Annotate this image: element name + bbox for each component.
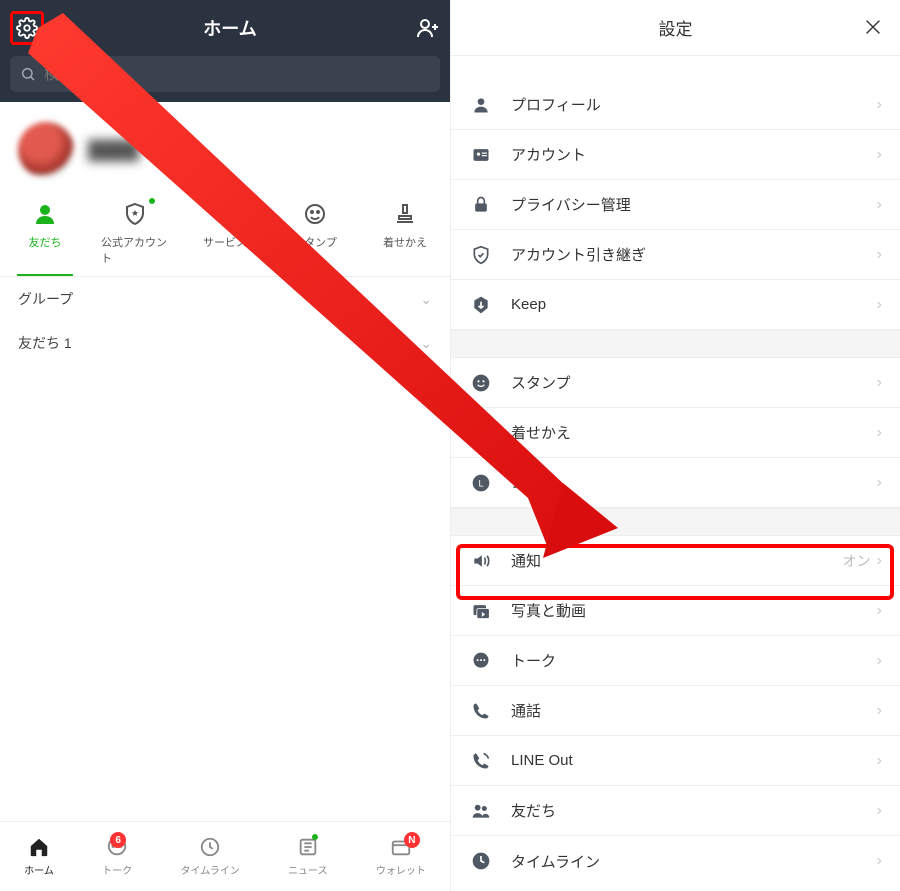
speaker-icon <box>469 549 493 573</box>
svg-text:L: L <box>478 478 483 488</box>
nav-home[interactable]: ホーム <box>24 836 54 877</box>
nav-wallet[interactable]: N ウォレット <box>376 836 426 877</box>
section-groups[interactable]: グループ ⌄ <box>0 277 450 321</box>
search-icon <box>20 66 36 82</box>
brush-icon <box>393 202 417 226</box>
search-row <box>0 56 450 102</box>
row-account[interactable]: アカウント› <box>451 130 900 180</box>
clock-icon <box>199 836 221 858</box>
row-keep[interactable]: Keep› <box>451 280 900 330</box>
keep-icon <box>469 293 493 317</box>
notification-value: オン <box>843 551 871 571</box>
row-lineout[interactable]: LINE Out› <box>451 736 900 786</box>
row-notification[interactable]: 通知オン› <box>451 536 900 586</box>
tab-friends[interactable]: 友だち <box>5 196 85 276</box>
smile-icon <box>469 371 493 395</box>
settings-gear-highlight <box>10 11 44 45</box>
row-privacy[interactable]: プライバシー管理› <box>451 180 900 230</box>
chevron-right-icon: › <box>877 296 882 314</box>
row-profile[interactable]: プロフィール› <box>451 80 900 130</box>
shield-icon <box>469 243 493 267</box>
chevron-right-icon: › <box>877 374 882 392</box>
shield-star-icon <box>123 202 147 226</box>
row-media[interactable]: 写真と動画› <box>451 586 900 636</box>
settings-title: 設定 <box>659 15 693 40</box>
home-tabs: 友だち 公式アカウント S サービス スタンプ 着せかえ <box>0 188 450 276</box>
service-icon: S <box>213 202 237 226</box>
section-friends[interactable]: 友だち 1 ⌄ <box>0 321 450 365</box>
brush-icon <box>469 421 493 445</box>
gear-icon[interactable] <box>15 16 39 40</box>
settings-header: 設定 <box>451 0 900 56</box>
badge-wallet: N <box>404 832 420 848</box>
home-icon <box>28 836 50 858</box>
row-talk[interactable]: トーク› <box>451 636 900 686</box>
close-icon[interactable] <box>860 14 886 40</box>
row-takeover[interactable]: アカウント引き継ぎ› <box>451 230 900 280</box>
nav-timeline[interactable]: タイムライン <box>180 836 239 877</box>
chevron-right-icon: › <box>877 702 882 720</box>
friends-icon <box>469 799 493 823</box>
row-coin[interactable]: Lコイン› <box>451 458 900 508</box>
person-icon <box>469 93 493 117</box>
lineout-icon <box>469 749 493 773</box>
news-icon <box>297 836 319 858</box>
chevron-right-icon: › <box>877 652 882 670</box>
row-timeline[interactable]: タイムライン› <box>451 836 900 886</box>
tab-theme[interactable]: 着せかえ <box>365 196 445 276</box>
row-theme[interactable]: 着せかえ› <box>451 408 900 458</box>
chevron-right-icon: › <box>877 424 882 442</box>
chevron-down-icon: ⌄ <box>420 291 432 308</box>
chevron-right-icon: › <box>877 196 882 214</box>
media-icon <box>469 599 493 623</box>
smile-icon <box>303 202 327 226</box>
profile-name: ████ <box>88 140 139 161</box>
nav-news[interactable]: ニュース <box>288 836 328 877</box>
coin-icon: L <box>469 471 493 495</box>
phone-icon <box>469 699 493 723</box>
chevron-right-icon: › <box>877 146 882 164</box>
chevron-right-icon: › <box>877 246 882 264</box>
chevron-right-icon: › <box>877 802 882 820</box>
person-icon <box>33 202 57 226</box>
chevron-right-icon: › <box>877 96 882 114</box>
row-call[interactable]: 通話› <box>451 686 900 736</box>
tab-stamp[interactable]: スタンプ <box>275 196 355 276</box>
chevron-right-icon: › <box>877 552 882 570</box>
svg-text:S: S <box>222 210 229 221</box>
nav-talk[interactable]: 6 トーク <box>102 836 132 877</box>
idcard-icon <box>469 143 493 167</box>
search-field[interactable] <box>44 66 430 83</box>
chevron-right-icon: › <box>877 474 882 492</box>
page-title: ホーム <box>203 15 256 41</box>
row-friends[interactable]: 友だち› <box>451 786 900 836</box>
chevron-right-icon: › <box>877 752 882 770</box>
add-friend-icon[interactable] <box>416 16 440 40</box>
profile-row[interactable]: ████ <box>0 102 450 188</box>
home-header: ホーム <box>0 0 450 56</box>
bottom-nav: ホーム 6 トーク タイムライン ニュース N ウォレット <box>0 821 450 891</box>
search-input[interactable] <box>10 56 440 92</box>
settings-pane: 設定 プロフィール› アカウント› プライバシー管理› アカウント引き継ぎ› K… <box>450 0 900 891</box>
lock-icon <box>469 193 493 217</box>
chevron-right-icon: › <box>877 852 882 870</box>
chat-icon <box>469 649 493 673</box>
clock-icon <box>469 849 493 873</box>
tab-official[interactable]: 公式アカウント <box>95 196 175 276</box>
home-pane: ホーム ████ 友だち 公式アカウント S サービス スタンプ <box>0 0 450 891</box>
chevron-right-icon: › <box>877 602 882 620</box>
row-stamp[interactable]: スタンプ› <box>451 358 900 408</box>
chevron-down-icon: ⌄ <box>420 335 432 352</box>
tab-service[interactable]: S サービス <box>185 196 265 276</box>
avatar <box>18 122 74 178</box>
